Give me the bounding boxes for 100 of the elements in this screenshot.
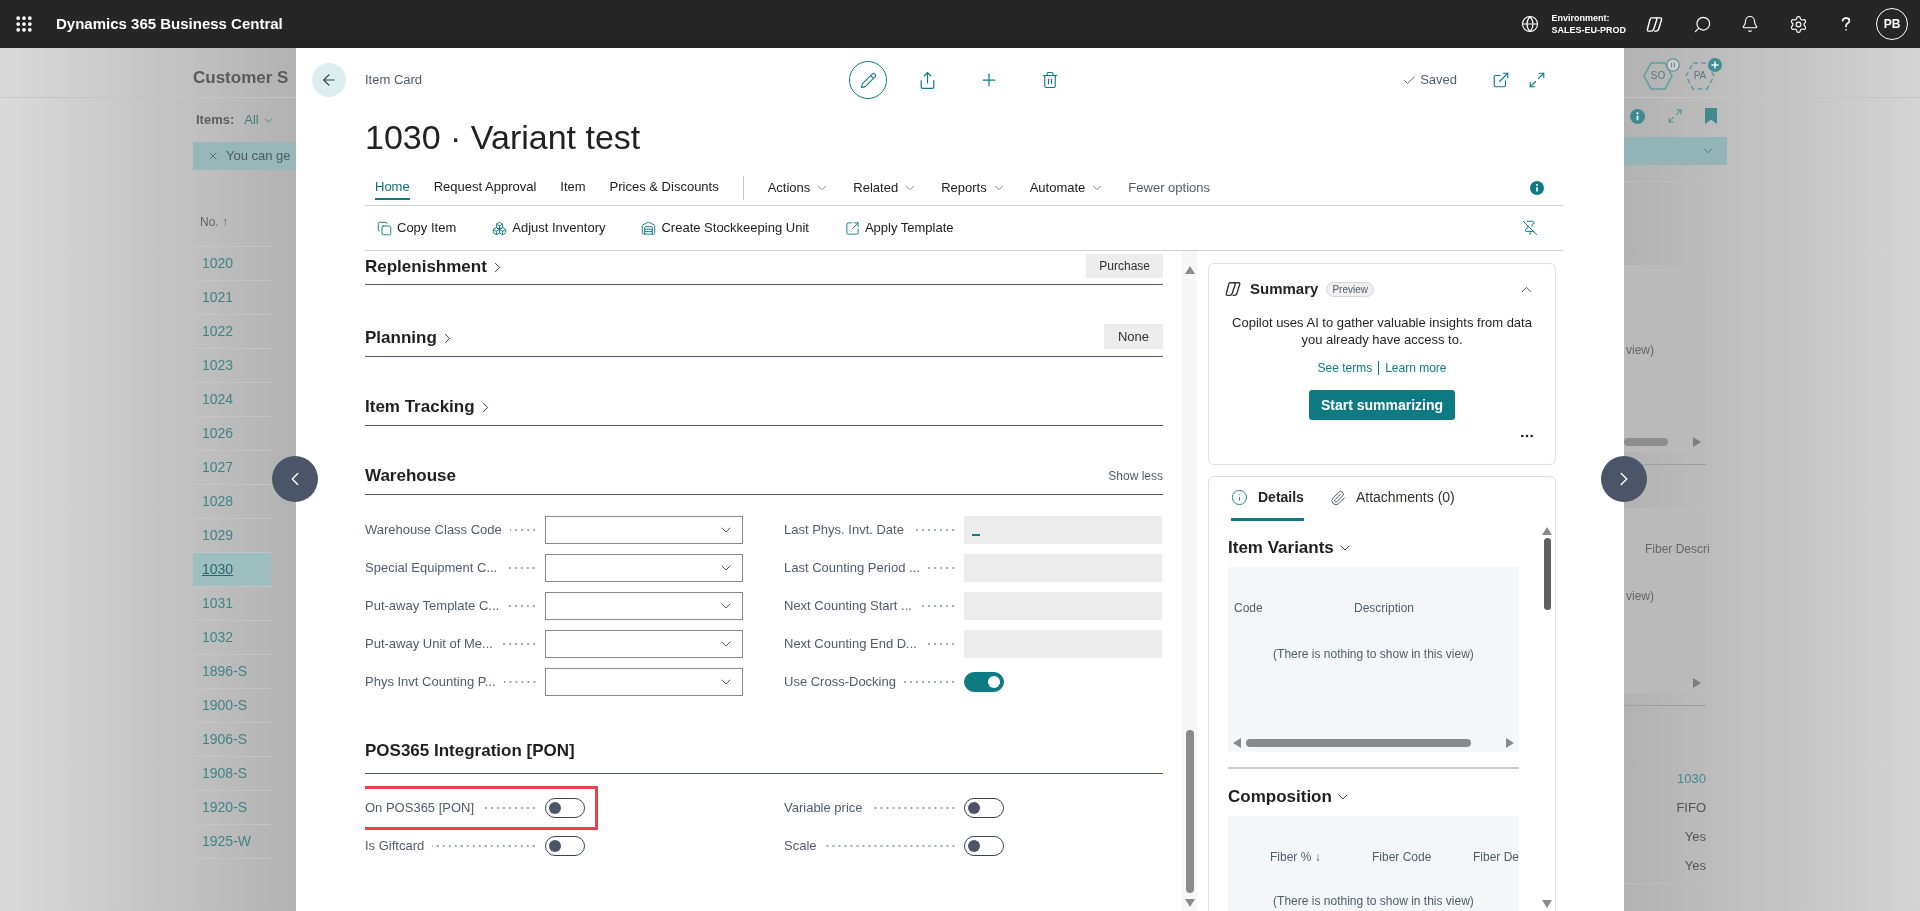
pause-icon bbox=[1666, 57, 1680, 72]
section-title[interactable]: Planning bbox=[365, 327, 437, 349]
summary-title: Summary bbox=[1250, 278, 1319, 299]
field-value: Yes bbox=[1684, 827, 1706, 846]
dropdown-field[interactable] bbox=[545, 516, 743, 544]
hexagon-icon[interactable] bbox=[1643, 61, 1673, 90]
action-button[interactable]: Copy Item bbox=[377, 218, 457, 238]
dropdown-field[interactable] bbox=[545, 554, 743, 582]
field-label: Phys Invt Counting P... bbox=[365, 673, 496, 692]
notifications-icon[interactable] bbox=[1741, 15, 1759, 33]
product-title[interactable]: Dynamics 365 Business Central bbox=[56, 12, 283, 36]
menu-dropdown[interactable]: Automate bbox=[1029, 177, 1105, 198]
close-icon[interactable] bbox=[207, 150, 219, 162]
info-icon[interactable] bbox=[1630, 108, 1645, 124]
section-title[interactable]: POS365 Integration [PON] bbox=[365, 740, 575, 762]
see-terms-link[interactable]: See terms bbox=[1317, 359, 1373, 377]
field-label: On POS365 [PON] bbox=[365, 799, 475, 818]
column-header[interactable]: Description bbox=[1354, 599, 1415, 617]
unpin-icon[interactable] bbox=[1522, 220, 1538, 236]
dropdown-field[interactable] bbox=[545, 668, 743, 696]
boxes-icon bbox=[492, 220, 508, 236]
warehouse-icon bbox=[641, 220, 657, 236]
empty-message: view) bbox=[1625, 588, 1655, 605]
scrollbar-thumb[interactable] bbox=[1185, 730, 1194, 893]
field-label: Warehouse Class Code bbox=[365, 521, 502, 540]
section-summary: Purchase bbox=[1086, 254, 1163, 278]
app-launcher-icon[interactable] bbox=[14, 14, 34, 34]
filter-label: Items: bbox=[196, 111, 235, 130]
record-title: 1030 · Variant test bbox=[365, 116, 641, 158]
toggle-switch[interactable] bbox=[964, 798, 1004, 818]
scrollbar-thumb[interactable] bbox=[1624, 438, 1668, 446]
toggle-switch[interactable] bbox=[545, 798, 585, 818]
menu-dropdown[interactable]: Related bbox=[853, 177, 918, 198]
fewer-options-link[interactable]: Fewer options bbox=[1128, 177, 1210, 198]
plus-icon bbox=[1708, 57, 1722, 72]
banner-text: You can ge bbox=[226, 147, 291, 166]
field-label: Last Phys. Invt. Date bbox=[784, 521, 904, 540]
toggle-switch[interactable] bbox=[964, 836, 1004, 856]
input-field[interactable] bbox=[964, 516, 1162, 544]
section-title[interactable]: Item Tracking bbox=[365, 396, 475, 418]
copilot-icon[interactable] bbox=[1224, 280, 1242, 298]
menu-tab[interactable]: Prices & Discounts bbox=[609, 175, 719, 200]
scroll-down-icon[interactable] bbox=[1184, 899, 1195, 907]
agent-label: PA bbox=[1693, 69, 1707, 83]
copy-icon bbox=[377, 220, 392, 236]
copilot-icon[interactable] bbox=[1644, 14, 1664, 34]
field-label: Next Counting End D... bbox=[784, 635, 917, 654]
agent-label: SO bbox=[1650, 69, 1666, 83]
field-value: FIFO bbox=[1676, 798, 1706, 817]
dropdown-field[interactable] bbox=[545, 630, 743, 658]
trash-icon[interactable] bbox=[1041, 71, 1059, 89]
globe-icon bbox=[1521, 15, 1540, 33]
column-header[interactable]: Fiber De bbox=[1473, 848, 1519, 866]
scroll-up-icon[interactable] bbox=[1184, 266, 1195, 274]
environment-label: Environment: bbox=[1551, 12, 1611, 24]
menu-dropdown[interactable]: Reports bbox=[941, 177, 1006, 198]
environment-name: SALES-EU-PROD bbox=[1551, 24, 1626, 36]
menu-tab[interactable]: Home bbox=[375, 175, 410, 200]
action-button[interactable]: Apply Template bbox=[844, 218, 954, 238]
info-icon[interactable] bbox=[1530, 180, 1544, 195]
scroll-up-icon[interactable] bbox=[1542, 527, 1552, 535]
column-header[interactable]: Fiber Code bbox=[1372, 848, 1432, 866]
back-button[interactable] bbox=[312, 63, 346, 97]
dropdown-field[interactable] bbox=[545, 592, 743, 620]
expand-icon[interactable] bbox=[1528, 71, 1546, 89]
paperclip-icon bbox=[1329, 489, 1346, 506]
menu-tab[interactable]: Request Approval bbox=[433, 175, 537, 200]
share-icon[interactable] bbox=[918, 70, 937, 90]
section-title[interactable]: Replenishment bbox=[365, 256, 487, 278]
scrollbar-thumb[interactable] bbox=[1543, 538, 1551, 610]
show-less-link[interactable]: Show less bbox=[1108, 467, 1163, 485]
toggle-switch[interactable] bbox=[964, 672, 1004, 692]
action-button[interactable]: Adjust Inventory bbox=[492, 218, 606, 238]
column-header[interactable]: Code bbox=[1234, 599, 1263, 617]
box-arrow-icon bbox=[844, 220, 860, 236]
learn-more-link[interactable]: Learn more bbox=[1385, 359, 1447, 377]
settings-icon[interactable] bbox=[1788, 14, 1808, 34]
search-icon[interactable] bbox=[1692, 14, 1712, 34]
scroll-down-icon[interactable] bbox=[1542, 900, 1552, 908]
field-label: Special Equipment C... bbox=[365, 559, 498, 578]
start-summarizing-button[interactable]: Start summarizing bbox=[1308, 390, 1456, 420]
scrollbar-thumb[interactable] bbox=[1246, 739, 1471, 747]
list-row[interactable]: 1030 bbox=[193, 553, 271, 587]
factbox-tab[interactable]: Details bbox=[1231, 477, 1304, 521]
toggle-switch[interactable] bbox=[545, 836, 585, 856]
breadcrumb: Item Card bbox=[365, 71, 423, 90]
field-label: Variable price bbox=[784, 799, 863, 818]
open-in-new-window-icon[interactable] bbox=[1492, 71, 1510, 89]
part-title[interactable]: Composition bbox=[1228, 787, 1332, 807]
scroll-left-icon[interactable] bbox=[1233, 738, 1241, 748]
field-label: Put-away Unit of Me... bbox=[365, 635, 493, 654]
menu-tab[interactable]: Item bbox=[560, 175, 586, 200]
part-title[interactable]: Item Variants bbox=[1228, 538, 1334, 558]
menu-dropdown[interactable]: Actions bbox=[767, 177, 830, 198]
column-header[interactable]: Fiber % ↓ bbox=[1270, 848, 1321, 866]
factbox-tab[interactable]: Attachments (0) bbox=[1329, 477, 1455, 521]
empty-message: (There is nothing to show in this view) bbox=[1272, 646, 1475, 663]
scroll-right-icon[interactable] bbox=[1506, 738, 1514, 748]
action-button[interactable]: Create Stockkeeping Unit bbox=[641, 218, 809, 238]
section-title[interactable]: Warehouse bbox=[365, 465, 456, 487]
